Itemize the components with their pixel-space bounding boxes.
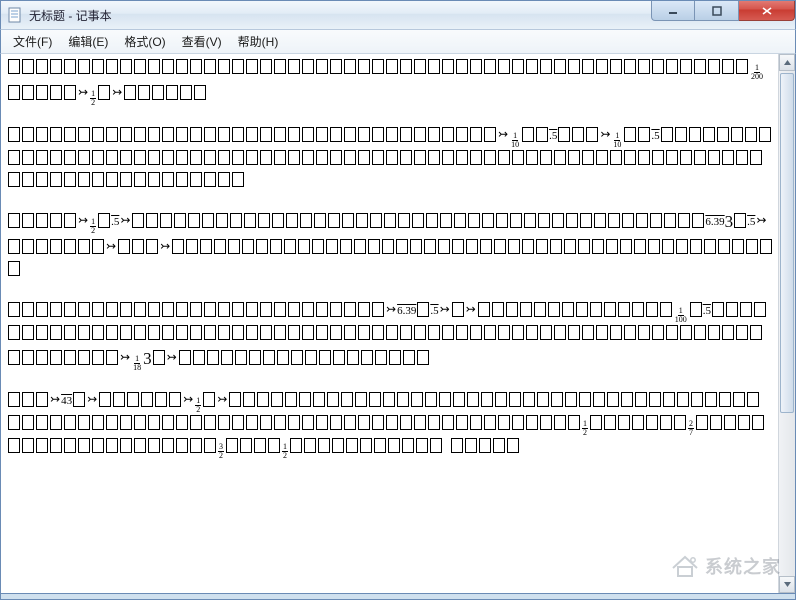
text-line: ↣12.5↣6.393.5↣↣↣ (7, 209, 774, 282)
minimize-icon (668, 6, 678, 16)
text-editor[interactable]: 1200↣12↣ ↣110.5↣110.5 ↣12.5↣6.393.5↣↣↣ ↣6.3… (1, 54, 778, 593)
menu-edit[interactable]: 编辑(E) (60, 30, 116, 53)
window-frame-bottom (0, 594, 796, 600)
close-icon (761, 6, 773, 16)
minimize-button[interactable] (651, 1, 695, 21)
client-area: 1200↣12↣ ↣110.5↣110.5 ↣12.5↣6.393.5↣↣↣ ↣6.3… (0, 54, 796, 594)
maximize-icon (712, 6, 722, 16)
chevron-up-icon (783, 58, 792, 67)
menu-format[interactable]: 格式(O) (116, 30, 173, 53)
maximize-button[interactable] (695, 1, 739, 21)
text-line: ↣43↣↣12↣12273212 (7, 388, 774, 460)
menu-file[interactable]: 文件(F) (5, 30, 60, 53)
text-line: 1200↣12↣ (7, 58, 774, 107)
menu-view[interactable]: 查看(V) (174, 30, 230, 53)
text-line: ↣110.5↣110.5 (7, 123, 774, 193)
vertical-scrollbar[interactable] (778, 54, 795, 593)
menubar: 文件(F)编辑(E)格式(O)查看(V)帮助(H) (0, 30, 796, 54)
scrollbar-track[interactable] (779, 71, 795, 576)
window-titlebar: 无标题 - 记事本 (0, 0, 796, 30)
window-controls (651, 1, 795, 21)
menu-help[interactable]: 帮助(H) (230, 30, 287, 53)
scroll-down-button[interactable] (779, 576, 795, 593)
scrollbar-thumb[interactable] (780, 73, 794, 413)
close-button[interactable] (739, 1, 795, 21)
scroll-up-button[interactable] (779, 54, 795, 71)
notepad-icon (7, 7, 23, 23)
text-line: ↣6.39.5↣↣1100.5↣1183↣ (7, 298, 774, 372)
window-title: 无标题 - 记事本 (29, 7, 112, 24)
chevron-down-icon (783, 580, 792, 589)
